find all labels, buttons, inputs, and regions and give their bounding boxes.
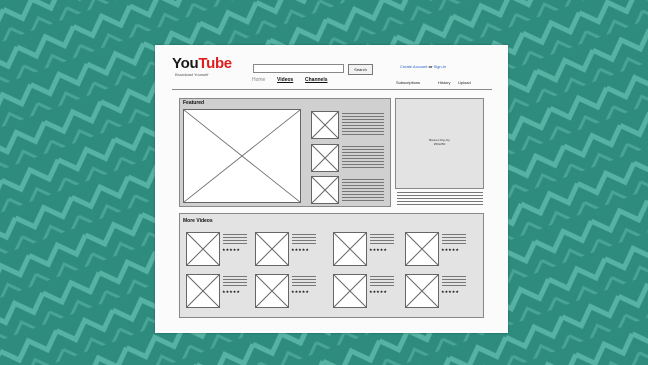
placeholder-x-icon <box>312 112 338 138</box>
or-text: or <box>428 64 433 69</box>
video-thumbnail[interactable] <box>186 232 220 266</box>
video-thumbnail[interactable] <box>405 274 439 308</box>
featured-side-thumbnail[interactable] <box>311 144 339 172</box>
tagline: Broadcast Yourself <box>175 72 209 77</box>
placeholder-x-icon <box>312 177 338 203</box>
video-text-lines <box>370 276 394 287</box>
featured-video-thumbnail[interactable] <box>183 109 301 203</box>
video-rating: ★★★★★ <box>222 247 240 252</box>
video-text-lines <box>370 234 394 245</box>
banner-popup[interactable]: Banner Pop-Up 250x250 <box>395 98 484 189</box>
video-text-lines <box>223 234 247 245</box>
banner-popup-label: Banner Pop-Up 250x250 <box>406 138 473 146</box>
search-input[interactable] <box>253 64 344 73</box>
featured-title: Featured <box>183 100 205 106</box>
placeholder-x-icon <box>184 110 300 202</box>
placeholder-x-icon <box>256 275 288 307</box>
featured-side-text <box>342 179 384 201</box>
video-rating: ★★★★★ <box>291 247 309 252</box>
placeholder-x-icon <box>312 145 338 171</box>
video-rating: ★★★★★ <box>369 289 387 294</box>
video-thumbnail[interactable] <box>186 274 220 308</box>
more-videos-section: More Videos ★★★★★ ★★★★★ ★★★★★ ★★★★★ ★★★★… <box>179 213 484 318</box>
video-text-lines <box>442 276 466 287</box>
placeholder-x-icon <box>187 275 219 307</box>
placeholder-x-icon <box>406 275 438 307</box>
placeholder-x-icon <box>334 275 366 307</box>
video-thumbnail[interactable] <box>405 232 439 266</box>
create-account-link[interactable]: Create Account <box>400 64 427 69</box>
banner-popup-size: 250x250 <box>433 142 446 146</box>
video-rating: ★★★★★ <box>441 247 459 252</box>
sign-in-link[interactable]: Sign-In <box>434 64 447 69</box>
video-text-lines <box>442 234 466 245</box>
video-rating: ★★★★★ <box>369 247 387 252</box>
video-thumbnail[interactable] <box>255 274 289 308</box>
placeholder-x-icon <box>334 233 366 265</box>
youtube-logo[interactable]: YouTube <box>172 55 232 72</box>
video-rating: ★★★★★ <box>222 289 240 294</box>
upload-link[interactable]: Upload <box>458 80 471 85</box>
video-thumbnail[interactable] <box>333 274 367 308</box>
header-divider <box>172 89 492 90</box>
logo-tube: Tube <box>198 55 232 72</box>
video-rating: ★★★★★ <box>441 289 459 294</box>
placeholder-x-icon <box>256 233 288 265</box>
featured-side-thumbnail[interactable] <box>311 111 339 139</box>
nav-videos[interactable]: Videos <box>277 77 293 83</box>
video-thumbnail[interactable] <box>255 232 289 266</box>
featured-side-thumbnail[interactable] <box>311 176 339 204</box>
search-button[interactable]: Search <box>348 64 373 75</box>
subscriptions-link[interactable]: Subscriptions <box>396 80 420 85</box>
featured-section: Featured <box>179 98 391 207</box>
account-links: Create Account or Sign-In <box>400 64 446 69</box>
video-thumbnail[interactable] <box>333 232 367 266</box>
featured-side-text <box>342 146 384 170</box>
video-text-lines <box>292 276 316 287</box>
video-text-lines <box>292 234 316 245</box>
video-text-lines <box>223 276 247 287</box>
banner-text-lines <box>397 192 483 205</box>
placeholder-x-icon <box>187 233 219 265</box>
wireframe-card: YouTube Broadcast Yourself Search Home V… <box>155 45 508 333</box>
nav-home[interactable]: Home <box>252 77 265 83</box>
more-videos-title: More Videos <box>183 218 213 224</box>
nav-channels[interactable]: Channels <box>305 77 328 83</box>
video-rating: ★★★★★ <box>291 289 309 294</box>
history-link[interactable]: History <box>438 80 450 85</box>
featured-side-text <box>342 113 384 137</box>
logo-you: You <box>172 55 199 72</box>
placeholder-x-icon <box>406 233 438 265</box>
